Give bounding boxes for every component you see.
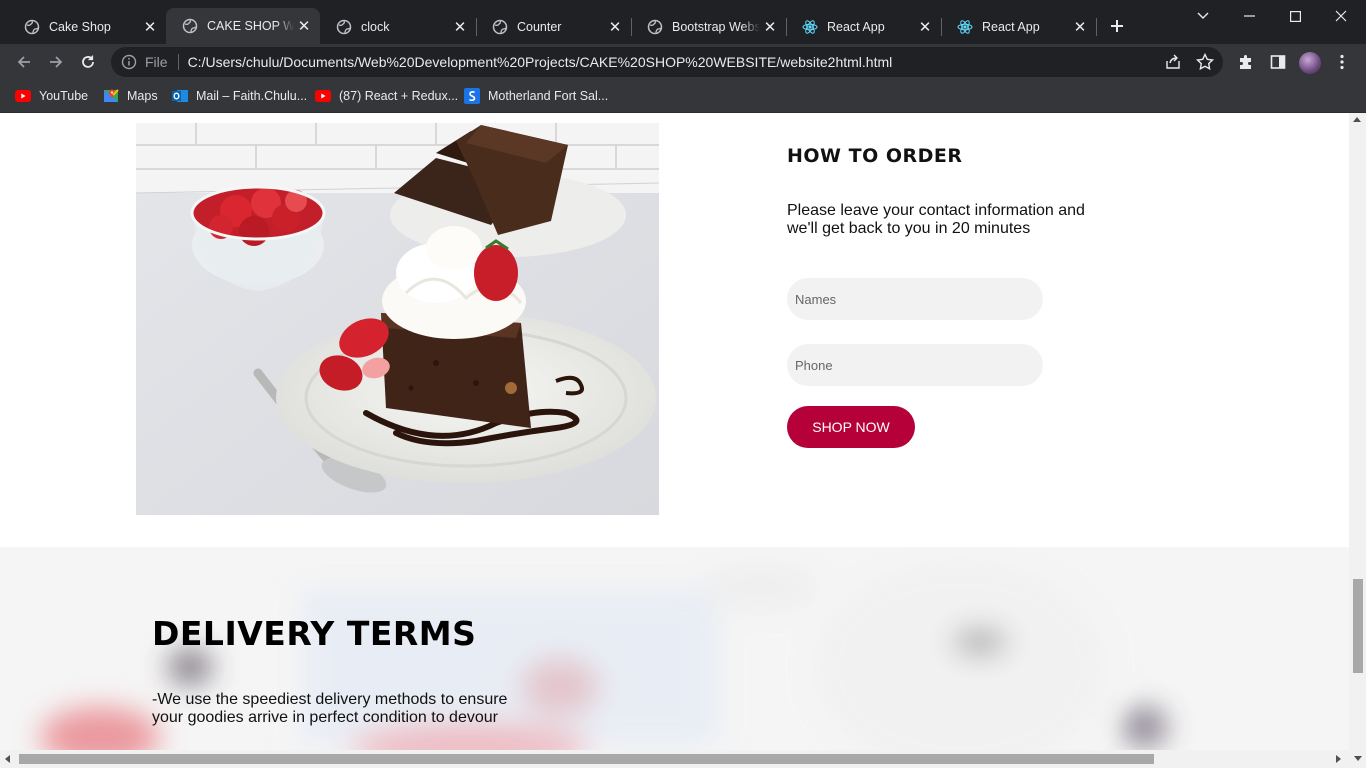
- extensions-button[interactable]: [1234, 50, 1258, 74]
- tab-clock[interactable]: clock ✕: [320, 10, 476, 44]
- names-input[interactable]: [787, 278, 1043, 320]
- menu-button[interactable]: [1330, 50, 1354, 74]
- new-tab-button[interactable]: [1106, 15, 1128, 37]
- bookmark-label: Motherland Fort Sal...: [488, 89, 609, 103]
- brownie-cake-image: [136, 123, 659, 515]
- puzzle-icon: [1240, 55, 1251, 69]
- close-icon[interactable]: ✕: [294, 16, 314, 36]
- bookmark-react-redux[interactable]: (87) React + Redux...: [315, 86, 458, 106]
- omnibox-actions: [1163, 52, 1215, 72]
- vertical-scrollbar[interactable]: [1349, 113, 1366, 750]
- bookmark-youtube[interactable]: YouTube: [15, 86, 88, 106]
- close-icon[interactable]: ✕: [760, 17, 780, 37]
- close-icon[interactable]: ✕: [605, 17, 625, 37]
- shop-now-button[interactable]: SHOP NOW: [787, 406, 915, 448]
- tab-title: Bootstrap Website: [672, 20, 760, 34]
- tab-cake-shop-website[interactable]: CAKE SHOP WEBSITE ✕: [166, 8, 320, 44]
- browser-toolbar: File C:/Users/chulu/Documents/Web%20Deve…: [0, 44, 1366, 80]
- scroll-right-icon[interactable]: [1336, 755, 1341, 763]
- bookmark-label: Maps: [127, 89, 158, 103]
- order-description: Please leave your contact information an…: [787, 202, 1085, 237]
- horizontal-scroll-thumb[interactable]: [19, 754, 1154, 764]
- tab-title: clock: [361, 20, 390, 34]
- tab-bootstrap-website[interactable]: Bootstrap Website ✕: [631, 10, 786, 44]
- tab-react-app-2[interactable]: React App ✕: [941, 10, 1096, 44]
- close-icon[interactable]: ✕: [915, 17, 935, 37]
- scroll-left-icon[interactable]: [5, 755, 10, 763]
- close-icon: [1335, 10, 1347, 22]
- globe-icon: [647, 19, 663, 35]
- tab-strip: Cake Shop ✕ CAKE SHOP WEBSITE ✕ clock ✕ …: [0, 0, 1366, 44]
- globe-icon: [24, 19, 40, 35]
- tab-counter[interactable]: Counter ✕: [476, 10, 631, 44]
- minimize-button[interactable]: [1234, 4, 1264, 28]
- arrow-left-icon: [17, 56, 30, 68]
- back-button[interactable]: [12, 50, 36, 74]
- globe-icon: [182, 18, 198, 34]
- profile-avatar[interactable]: [1299, 52, 1321, 74]
- tab-title: CAKE SHOP WEBSITE: [207, 19, 294, 33]
- order-heading: HOW TO ORDER: [787, 145, 963, 167]
- tab-title: Cake Shop: [49, 20, 111, 34]
- reload-icon: [82, 55, 94, 68]
- side-panel-icon: [1270, 55, 1286, 69]
- url-scheme-label: File: [145, 54, 168, 70]
- tab-title: React App: [982, 20, 1040, 34]
- close-window-button[interactable]: [1326, 4, 1356, 28]
- react-icon: [802, 19, 818, 35]
- globe-icon: [492, 19, 508, 35]
- youtube-icon: [315, 88, 331, 104]
- plus-icon: [1111, 20, 1123, 32]
- outlook-icon: [172, 88, 188, 104]
- bookmarks-bar: YouTube Maps Mail – Faith.Chulu... (87) …: [0, 80, 1366, 113]
- delivery-description: -We use the speediest delivery methods t…: [152, 691, 508, 726]
- shopify-icon: [464, 88, 480, 104]
- side-panel-button[interactable]: [1266, 50, 1290, 74]
- star-icon[interactable]: [1195, 52, 1215, 72]
- delivery-section: DELIVERY TERMS -We use the speediest del…: [0, 547, 1349, 750]
- bookmark-label: Mail – Faith.Chulu...: [196, 89, 308, 103]
- vertical-scroll-thumb[interactable]: [1353, 579, 1363, 673]
- tab-title: Counter: [517, 20, 562, 34]
- kebab-menu-icon: [1340, 54, 1344, 70]
- tab-separator: [1096, 18, 1097, 36]
- order-section: HOW TO ORDER Please leave your contact i…: [0, 113, 1349, 547]
- tab-title: React App: [827, 20, 885, 34]
- globe-icon: [336, 19, 352, 35]
- phone-input[interactable]: [787, 344, 1043, 386]
- close-icon[interactable]: ✕: [450, 17, 470, 37]
- chevron-down-icon: [1197, 12, 1209, 19]
- delivery-heading: DELIVERY TERMS: [152, 614, 477, 653]
- bookmark-motherland[interactable]: Motherland Fort Sal...: [464, 86, 608, 106]
- horizontal-scrollbar[interactable]: [0, 750, 1366, 768]
- close-icon[interactable]: ✕: [140, 17, 160, 37]
- maximize-button[interactable]: [1280, 4, 1310, 28]
- url-text[interactable]: C:/Users/chulu/Documents/Web%20Developme…: [188, 54, 893, 70]
- bookmark-maps[interactable]: Maps: [103, 86, 158, 106]
- share-icon[interactable]: [1163, 52, 1183, 72]
- close-icon[interactable]: ✕: [1070, 17, 1090, 37]
- maximize-icon: [1289, 10, 1301, 22]
- scroll-up-icon[interactable]: [1353, 117, 1361, 122]
- bookmark-label: (87) React + Redux...: [339, 89, 459, 103]
- omnibox-divider: [177, 54, 179, 70]
- page-viewport: HOW TO ORDER Please leave your contact i…: [0, 113, 1349, 750]
- maps-icon: [103, 88, 119, 104]
- reload-button[interactable]: [76, 50, 100, 74]
- bookmark-label: YouTube: [39, 89, 89, 103]
- minimize-icon: [1243, 15, 1255, 17]
- tab-cake-shop[interactable]: Cake Shop ✕: [8, 10, 166, 44]
- react-icon: [957, 19, 973, 35]
- tab-react-app-1[interactable]: React App ✕: [786, 10, 941, 44]
- tab-search-button[interactable]: [1188, 4, 1218, 28]
- info-icon[interactable]: [121, 54, 137, 70]
- scroll-down-icon[interactable]: [1354, 756, 1362, 761]
- youtube-icon: [15, 88, 31, 104]
- bookmark-mail[interactable]: Mail – Faith.Chulu...: [172, 86, 307, 106]
- forward-button[interactable]: [44, 50, 68, 74]
- address-bar[interactable]: File C:/Users/chulu/Documents/Web%20Deve…: [111, 47, 1223, 77]
- arrow-right-icon: [50, 56, 63, 68]
